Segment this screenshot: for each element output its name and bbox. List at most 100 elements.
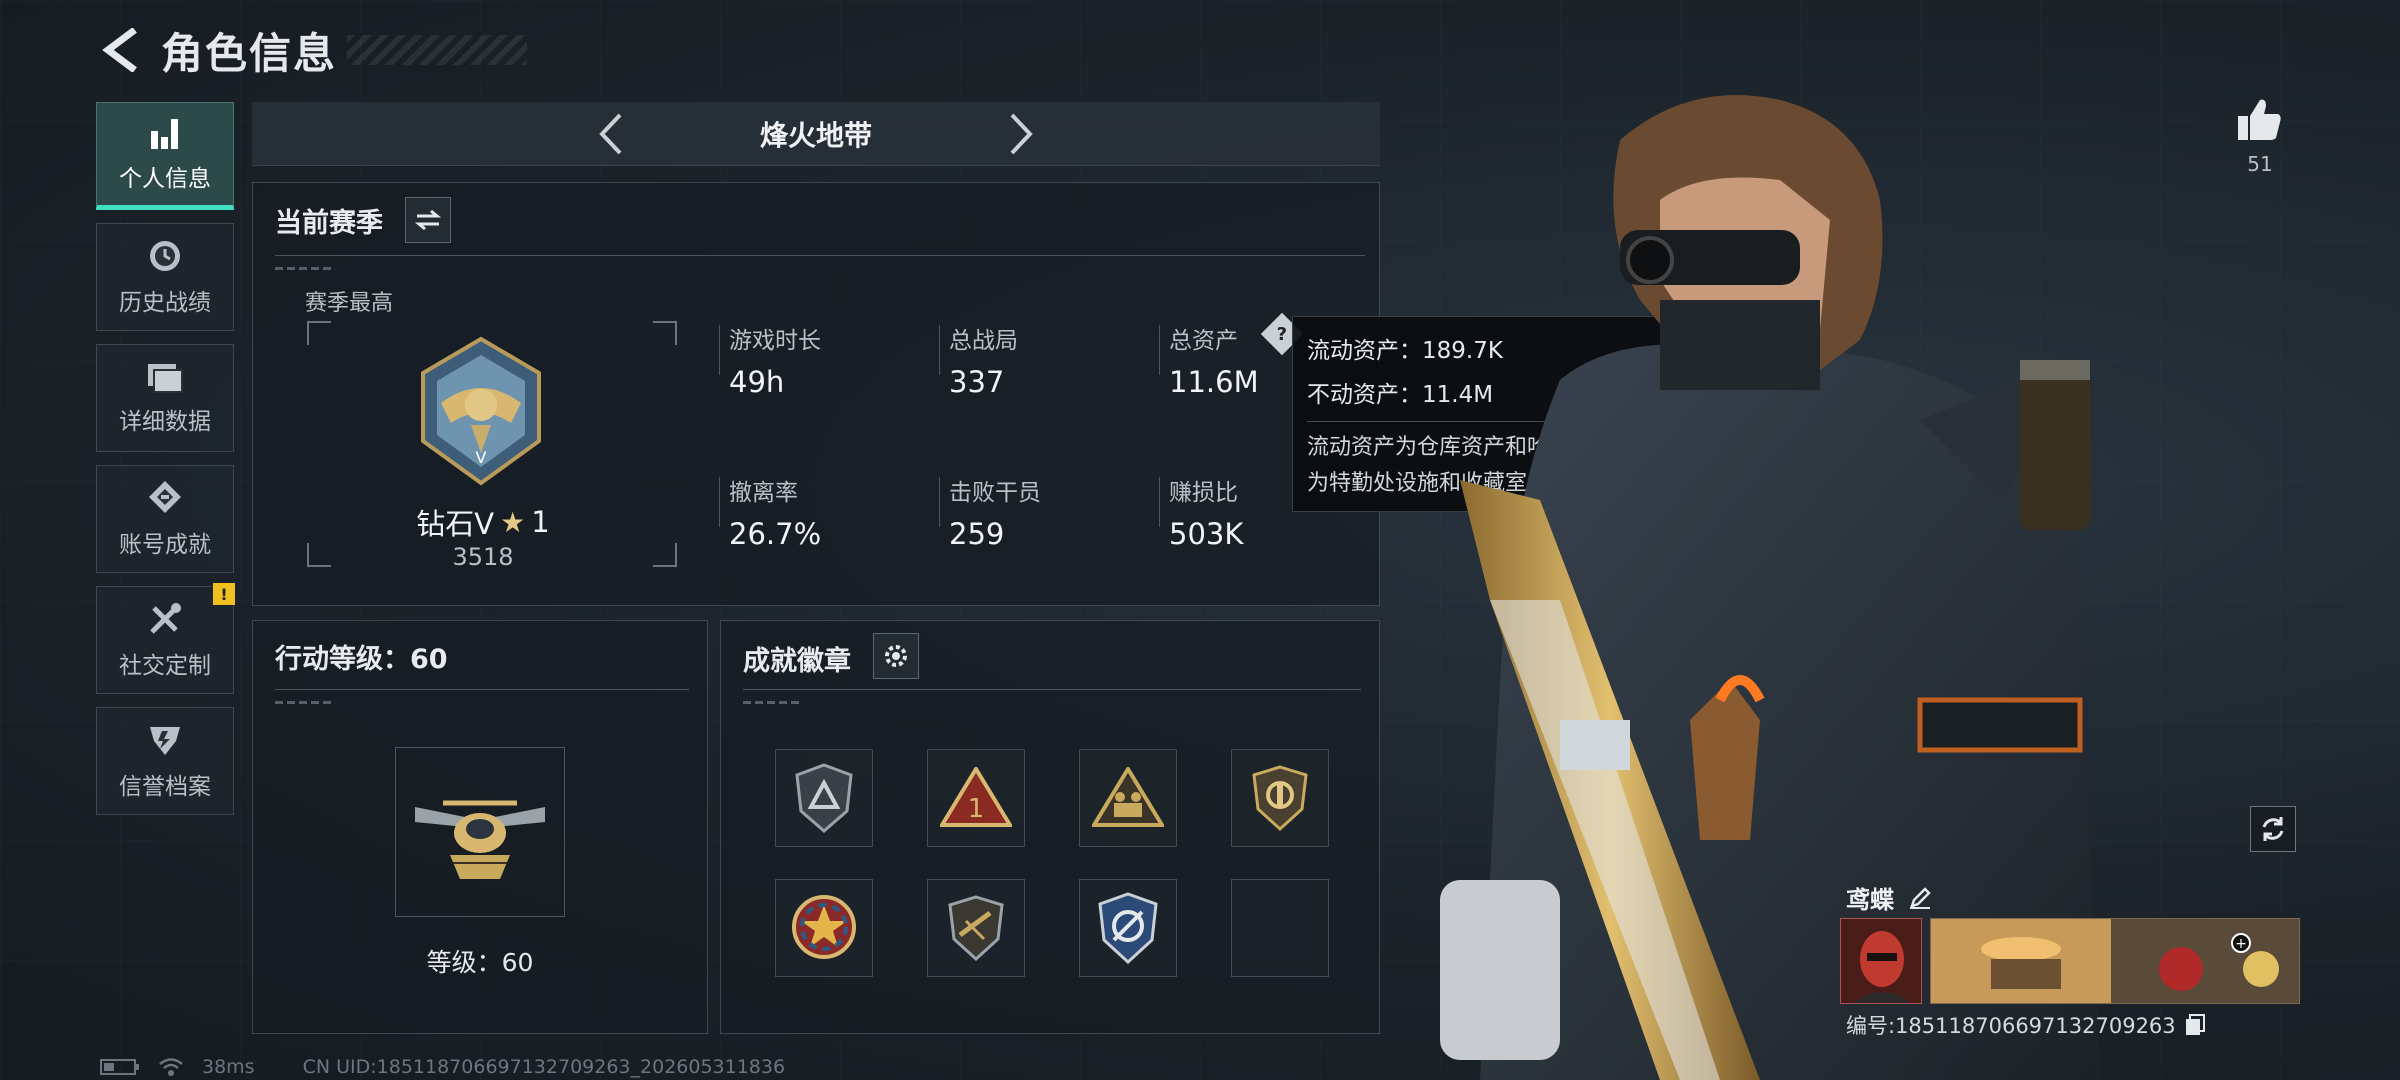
swap-icon [415,209,441,231]
ping-value: 38ms [202,1056,255,1078]
stat-extract-rate: 撤离率 26.7% [729,473,821,551]
achievement-icon [149,481,181,513]
sidebar-item-achievements[interactable]: 账号成就 [96,465,234,573]
stat-value: 259 [949,517,1005,551]
achievement-badge-slot[interactable] [775,879,873,977]
page-header: 角色信息 [95,20,528,80]
next-mode-chevron-right-icon[interactable] [996,109,1046,159]
achievement-badge-slot[interactable] [1079,879,1177,977]
achievement-settings-button[interactable] [873,633,919,679]
season-title: 当前赛季 [275,208,383,239]
achievement-badge-slot[interactable]: 1 [927,749,1025,847]
svg-text:V: V [476,448,487,467]
player-name-row: 鸢蝶 [1846,880,1932,915]
player-banner-image[interactable]: + [1930,918,2300,1004]
sidebar-item-personal-info[interactable]: 个人信息 [96,102,234,210]
page-title: 角色信息 [161,28,338,78]
sidebar-item-label: 个人信息 [119,166,211,192]
title-decoration [347,35,528,65]
swap-season-button[interactable] [405,197,451,243]
decoration [743,701,803,704]
stat-profit-ratio: 赚损比 503K [1169,473,1243,551]
mode-title: 烽火地带 [759,118,872,152]
stat-label: 撤离率 [729,480,798,506]
frame-corner [307,543,331,567]
stat-total-assets: 总资产 11.6M [1169,321,1259,399]
helicopter-emblem-icon [415,800,545,879]
stat-label: 总战局 [949,328,1018,354]
sidebar-item-social-custom[interactable]: ! 社交定制 [96,583,235,694]
shield-triangle-badge-icon [795,763,853,833]
gear-icon [885,645,907,667]
tools-icon [150,603,181,634]
star-icon: ★ [500,505,526,539]
action-level-emblem-frame [395,747,565,917]
folder-icon [148,364,183,393]
stat-value: 26.7% [729,517,822,551]
like-button[interactable]: 51 [2230,96,2290,176]
divider [939,325,940,375]
edit-pencil-icon[interactable] [1908,886,1932,910]
achievement-badge-slot[interactable] [927,879,1025,977]
rifle-badge-icon [948,895,1004,961]
action-level-panel: 行动等级：60 等级：60 [252,620,708,1034]
player-name: 鸢蝶 [1846,886,1894,914]
stat-total-games: 总战局 337 [949,321,1018,399]
stat-label: 击败干员 [949,480,1041,506]
emblem-badge-icon [1252,765,1308,831]
frame-corner [307,321,331,345]
sidebar-item-label: 详细数据 [119,409,211,435]
player-avatar[interactable] [1840,918,1922,1004]
refresh-icon [2262,817,2284,841]
star-medal-badge-icon [792,895,856,959]
credit-icon [150,727,180,755]
stat-value: 503K [1169,517,1244,551]
frame-corner [653,321,677,345]
season-panel: 当前赛季 赛季最高 V 钻石V ★ 1 3518 游戏时长 49h 总战局 33… [252,182,1380,606]
stat-value: 49h [729,365,785,399]
divider [275,255,1365,256]
stat-label: 游戏时长 [729,328,821,354]
svg-text:+: + [2235,936,2247,952]
frame-corner [653,543,677,567]
rank-stars: 1 [531,505,550,539]
wifi-icon [158,1057,184,1077]
action-level-title: 行动等级：60 [275,644,448,675]
action-level-label: 等级：60 [426,948,534,977]
decoration [275,267,335,270]
achievement-badge-slot-empty[interactable] [1231,879,1329,977]
history-icon [150,241,180,271]
like-count: 51 [2247,152,2273,176]
divider [743,689,1361,690]
soldiers-badge-icon [1092,767,1164,827]
number-one-badge-icon: 1 [940,767,1012,827]
back-chevron-icon[interactable] [95,25,145,75]
stat-kills: 击败干员 259 [949,473,1041,551]
svg-text:1: 1 [968,794,985,824]
sidebar-item-history[interactable]: 历史战绩 [96,223,234,331]
divider [1159,325,1160,375]
sidebar-item-label: 社交定制 [119,653,211,679]
stat-play-time: 游戏时长 49h [729,321,821,399]
bar-chart-icon [151,119,178,149]
achievement-badge-slot[interactable] [1231,749,1329,847]
refresh-button[interactable] [2250,806,2296,852]
divider [1159,477,1160,527]
stat-value: 11.6M [1169,365,1259,399]
sidebar-item-label: 账号成就 [119,532,211,558]
achievement-badge-slot[interactable] [775,749,873,847]
prev-mode-chevron-left-icon[interactable] [586,109,636,159]
sidebar-item-label: 历史战绩 [119,290,211,316]
uid-text: CN UID:1851187066971327092​63_2026053118… [302,1056,786,1078]
status-bar: 38ms CN UID:1851187066971327092​63_20260… [100,1056,803,1078]
sidebar: 个人信息 历史战绩 详细数据 账号成就 ! 社交定制 信誉档案 [96,102,235,828]
stat-value: 337 [949,365,1005,399]
achievements-title: 成就徽章 [743,646,851,677]
mode-selector: 烽火地带 [252,102,1380,166]
sidebar-item-credit-profile[interactable]: 信誉档案 [96,707,234,815]
sidebar-item-detailed-data[interactable]: 详细数据 [96,344,234,452]
copy-icon[interactable] [2184,1013,2206,1037]
divider [719,477,720,527]
achievement-badge-slot[interactable] [1079,749,1177,847]
achievements-panel: 成就徽章 1 [720,620,1380,1034]
